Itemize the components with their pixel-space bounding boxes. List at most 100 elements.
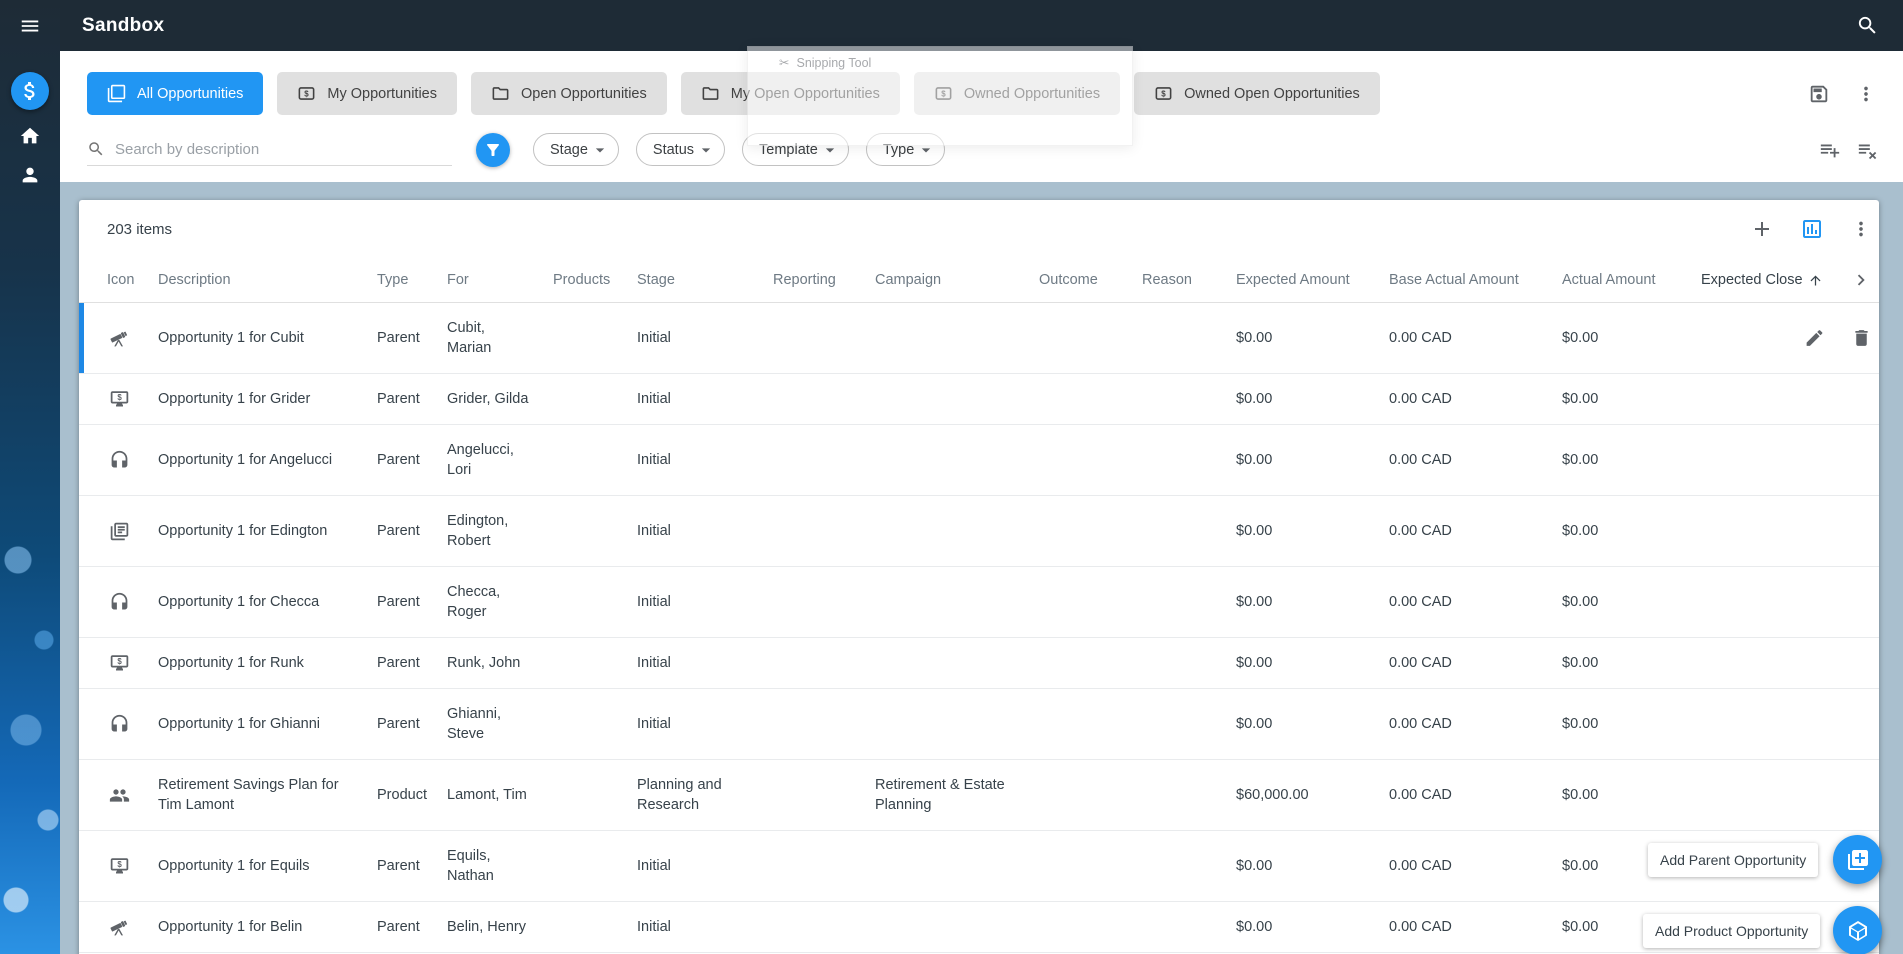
cell-description: Opportunity 1 for Checca	[158, 594, 320, 610]
add-product-opportunity-button[interactable]	[1833, 906, 1882, 954]
column-header-expected-close[interactable]: Expected Close	[1701, 272, 1851, 288]
cell-campaign	[875, 709, 1039, 739]
view-tabs: All Opportunities $ My Opportunities Open O…	[60, 51, 1903, 115]
filter-row: Stage Status Template Type	[60, 130, 1903, 169]
column-header-expected-amount[interactable]: Expected Amount	[1236, 272, 1389, 288]
search-input[interactable]	[115, 140, 452, 158]
column-header-type[interactable]: Type	[377, 272, 447, 288]
delete-icon[interactable]	[1851, 328, 1872, 349]
cell-campaign	[875, 516, 1039, 546]
column-header-for[interactable]: For	[447, 272, 553, 288]
column-header-description[interactable]: Description	[158, 272, 377, 288]
view-tab-open-opportunities[interactable]: Open Opportunities	[471, 72, 667, 115]
cell-reason	[1142, 912, 1236, 942]
dollar-card-icon: $	[1154, 84, 1173, 103]
playlist-add-icon[interactable]	[1819, 139, 1841, 161]
svg-text:$: $	[941, 90, 946, 99]
opportunity-row[interactable]: Opportunity 1 for Angelucci Parent Angeluc…	[79, 425, 1879, 496]
cell-actual-amount: $0.00	[1562, 330, 1599, 346]
opportunity-row[interactable]: Opportunity 1 for Cubit Parent Cubit, Mari…	[79, 303, 1879, 374]
opportunity-row[interactable]: Opportunity 1 for Checca Parent Checca, Ro…	[79, 567, 1879, 638]
column-header-icon[interactable]: Icon	[107, 272, 158, 288]
folder-icon	[491, 84, 510, 103]
column-header-outcome[interactable]: Outcome	[1039, 272, 1142, 288]
cell-base-actual-amount: 0.00 CAD	[1389, 919, 1452, 935]
opportunity-row[interactable]: Opportunity 1 for Edington Parent Edington…	[79, 496, 1879, 567]
content-area: 203 items Icon Description Type For Products…	[60, 182, 1903, 954]
cell-expected-amount: $60,000.00	[1236, 787, 1309, 803]
cell-products	[553, 780, 637, 810]
cell-stage: Initial	[637, 594, 671, 610]
headset-icon	[109, 714, 130, 735]
menu-icon[interactable]	[19, 15, 41, 37]
toolbar-more-icon[interactable]	[1855, 83, 1877, 105]
save-view-icon[interactable]	[1808, 83, 1830, 105]
dropdown-stage[interactable]: Stage	[533, 133, 619, 166]
chevron-down-icon	[590, 140, 610, 160]
chevron-down-icon	[820, 140, 840, 160]
cell-products	[553, 912, 637, 942]
view-tab-owned-open-opportunities[interactable]: $ Owned Open Opportunities	[1134, 72, 1380, 115]
column-header-reporting[interactable]: Reporting	[773, 272, 875, 288]
column-header-actual-amount[interactable]: Actual Amount	[1562, 272, 1701, 288]
search-icon[interactable]	[1856, 14, 1879, 37]
cell-outcome	[1039, 851, 1142, 881]
cell-stage: Initial	[637, 919, 671, 935]
page-title: Sandbox	[82, 14, 165, 36]
view-tab-my-open-opportunities[interactable]: My Open Opportunities	[680, 72, 900, 115]
dropdown-type[interactable]: Type	[865, 133, 946, 166]
cell-reason	[1142, 516, 1236, 546]
filter-button[interactable]	[476, 132, 510, 167]
cell-campaign	[875, 384, 1039, 414]
computer-dollar-icon: $	[109, 653, 130, 674]
view-tab-all-opportunities[interactable]: All Opportunities	[87, 72, 264, 115]
cell-outcome	[1039, 384, 1142, 414]
opportunity-row[interactable]: $ Opportunity 1 for Grider Parent Grider, G…	[79, 374, 1879, 425]
cell-for: Cubit, Marian	[447, 320, 492, 356]
cell-base-actual-amount: 0.00 CAD	[1389, 523, 1452, 539]
cell-base-actual-amount: 0.00 CAD	[1389, 858, 1452, 874]
playlist-remove-icon[interactable]	[1857, 139, 1879, 161]
view-tab-my-opportunities[interactable]: $ My Opportunities	[277, 72, 457, 115]
sidebar	[0, 0, 60, 954]
account-icon[interactable]	[19, 164, 41, 186]
column-header-products[interactable]: Products	[553, 272, 637, 288]
opportunity-row[interactable]: Opportunity 1 for Belin Parent Belin, Henr…	[79, 902, 1879, 953]
more-options-icon[interactable]	[1850, 218, 1872, 240]
cell-products	[553, 587, 637, 617]
home-icon[interactable]	[19, 125, 41, 147]
dropdown-template[interactable]: Template	[742, 133, 849, 166]
cell-expected-close	[1701, 780, 1851, 810]
cell-expected-close	[1701, 516, 1851, 546]
column-header-stage[interactable]: Stage	[637, 272, 773, 288]
view-tab-owned-opportunities[interactable]: $ Owned Opportunities	[913, 72, 1121, 115]
column-header-reason[interactable]: Reason	[1142, 272, 1236, 288]
cell-products	[553, 516, 637, 546]
cell-products	[553, 323, 637, 353]
cell-expected-amount: $0.00	[1236, 919, 1273, 935]
column-header-campaign[interactable]: Campaign	[875, 272, 1039, 288]
column-header-base-actual-amount[interactable]: Base Actual Amount	[1389, 272, 1562, 288]
opportunity-row[interactable]: Retirement Savings Plan for Tim Lamont Pr…	[79, 760, 1879, 831]
add-icon[interactable]	[1750, 217, 1774, 241]
add-parent-opportunity-button[interactable]	[1833, 835, 1882, 884]
search-small-icon	[87, 140, 105, 158]
cell-description: Opportunity 1 for Cubit	[158, 330, 304, 346]
scroll-columns-right-icon[interactable]	[1850, 269, 1872, 291]
opportunity-row[interactable]: $ Opportunity 1 for Runk Parent Runk, John I…	[79, 638, 1879, 689]
cell-reporting	[773, 516, 875, 546]
cell-actual-amount: $0.00	[1562, 655, 1599, 671]
headset-icon	[109, 450, 130, 471]
cell-outcome	[1039, 445, 1142, 475]
cell-stage: Initial	[637, 330, 671, 346]
telescope-icon	[109, 328, 130, 349]
opportunities-dollar-icon[interactable]	[11, 72, 49, 110]
cell-type: Parent	[377, 858, 420, 874]
opportunity-row[interactable]: Opportunity 1 for Ghianni Parent Ghianni, …	[79, 689, 1879, 760]
chart-icon[interactable]	[1800, 217, 1824, 241]
edit-icon[interactable]	[1804, 328, 1825, 349]
opportunity-row[interactable]: $ Opportunity 1 for Equils Parent Equils, N…	[79, 831, 1879, 902]
cell-products	[553, 648, 637, 678]
cell-description: Opportunity 1 for Edington	[158, 523, 328, 539]
dropdown-status[interactable]: Status	[635, 133, 726, 166]
